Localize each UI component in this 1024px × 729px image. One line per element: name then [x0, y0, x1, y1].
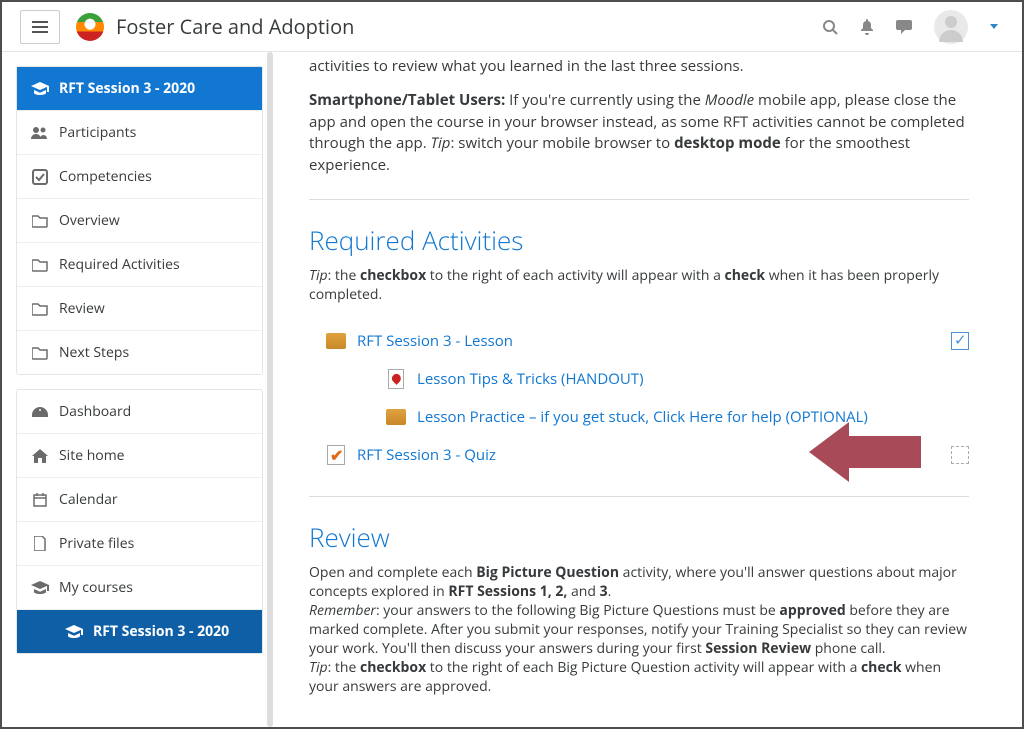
box-icon	[325, 330, 347, 352]
graduation-icon	[31, 82, 49, 96]
activity-link[interactable]: Lesson Practice – if you get stuck, Clic…	[417, 407, 868, 427]
messages-icon[interactable]	[896, 20, 912, 34]
sidebar-item-required-activities[interactable]: Required Activities	[17, 243, 262, 287]
search-icon[interactable]	[822, 19, 838, 35]
hamburger-button[interactable]	[20, 10, 60, 44]
drawer-splitter[interactable]	[263, 52, 279, 727]
sidebar-item-private-files[interactable]: Private files	[17, 522, 262, 566]
sidebar-item-dashboard[interactable]: Dashboard	[17, 390, 262, 434]
sidebar-item-label: Dashboard	[59, 402, 131, 421]
activity-row: RFT Session 3 - Lesson	[309, 322, 969, 360]
completion-checkbox[interactable]	[951, 446, 969, 464]
divider	[309, 199, 969, 200]
sidebar-item-rft-session-3-2020[interactable]: RFT Session 3 - 2020	[17, 67, 262, 111]
review-p3: Tip: the checkbox to the right of each B…	[309, 658, 969, 696]
review-p1: Open and complete each Big Picture Quest…	[309, 563, 969, 601]
sidebar-item-site-home[interactable]: Site home	[17, 434, 262, 478]
main-content: activities to review what you learned in…	[279, 52, 999, 727]
sidebar-item-competencies[interactable]: Competencies	[17, 155, 262, 199]
navbar: Foster Care and Adoption	[2, 2, 1022, 52]
folder-icon	[31, 302, 49, 316]
sidebar-item-label: Review	[59, 299, 105, 318]
sidebar-item-rft-session-3-2020[interactable]: RFT Session 3 - 2020	[17, 610, 262, 653]
calendar-icon	[31, 493, 49, 507]
home-icon	[31, 449, 49, 463]
sidebar-item-label: Site home	[59, 446, 125, 465]
callout-arrow-icon	[809, 416, 921, 488]
course-nav-block: RFT Session 3 - 2020 Participants Competen…	[16, 66, 263, 375]
users-icon	[31, 126, 49, 140]
required-tip: Tip: the checkbox to the right of each a…	[309, 266, 969, 304]
completion-checkbox[interactable]	[951, 332, 969, 350]
folder-icon	[31, 214, 49, 228]
box-icon	[385, 406, 407, 428]
sidebar-item-my-courses[interactable]: My courses	[17, 566, 262, 610]
quiz-icon	[325, 444, 347, 466]
smartphone-note: Smartphone/Tablet Users: If you're curre…	[309, 90, 969, 177]
sidebar-item-label: RFT Session 3 - 2020	[93, 622, 229, 641]
sidebar-item-label: Calendar	[59, 490, 118, 509]
navbar-right	[822, 10, 1012, 44]
review-heading: Review	[309, 519, 969, 555]
activity-row: Lesson Tips & Tricks (HANDOUT)	[309, 360, 969, 398]
sidebar-item-label: RFT Session 3 - 2020	[59, 79, 195, 98]
user-menu-caret-icon[interactable]	[990, 24, 998, 29]
graduation-icon	[31, 581, 49, 595]
activity-link[interactable]: RFT Session 3 - Quiz	[357, 445, 496, 465]
global-nav-block: Dashboard Site home Calendar Private files M…	[16, 389, 263, 654]
sidebar-item-review[interactable]: Review	[17, 287, 262, 331]
sidebar-item-label: Next Steps	[59, 343, 129, 362]
sidebar-item-label: Required Activities	[59, 255, 180, 274]
sidebar-item-overview[interactable]: Overview	[17, 199, 262, 243]
review-p2: Remember: your answers to the following …	[309, 601, 969, 658]
graduation-icon	[65, 625, 83, 639]
file-icon	[31, 536, 49, 551]
sidebar-item-calendar[interactable]: Calendar	[17, 478, 262, 522]
activity-link[interactable]: Lesson Tips & Tricks (HANDOUT)	[417, 369, 644, 389]
sidebar-item-label: Competencies	[59, 167, 152, 186]
sidebar-item-label: My courses	[59, 578, 133, 597]
sidebar-item-participants[interactable]: Participants	[17, 111, 262, 155]
sidebar-item-label: Overview	[59, 211, 120, 230]
divider	[309, 496, 969, 497]
hamburger-icon	[32, 21, 48, 33]
intro-continued: activities to review what you learned in…	[309, 56, 969, 78]
required-activities-heading: Required Activities	[309, 222, 969, 258]
sidebar-item-label: Private files	[59, 534, 134, 553]
tachometer-icon	[31, 405, 49, 419]
activity-list: RFT Session 3 - Lesson Lesson Tips & Tric…	[309, 322, 969, 474]
site-logo	[76, 13, 104, 41]
sidebar: RFT Session 3 - 2020 Participants Competen…	[2, 52, 263, 727]
check-square-icon	[31, 169, 49, 185]
sidebar-item-next-steps[interactable]: Next Steps	[17, 331, 262, 374]
folder-icon	[31, 258, 49, 272]
notifications-icon[interactable]	[860, 19, 874, 35]
activity-link[interactable]: RFT Session 3 - Lesson	[357, 331, 513, 351]
folder-icon	[31, 346, 49, 360]
site-name[interactable]: Foster Care and Adoption	[116, 13, 354, 40]
pdf-icon	[385, 368, 407, 390]
avatar[interactable]	[934, 10, 968, 44]
sidebar-item-label: Participants	[59, 123, 136, 142]
